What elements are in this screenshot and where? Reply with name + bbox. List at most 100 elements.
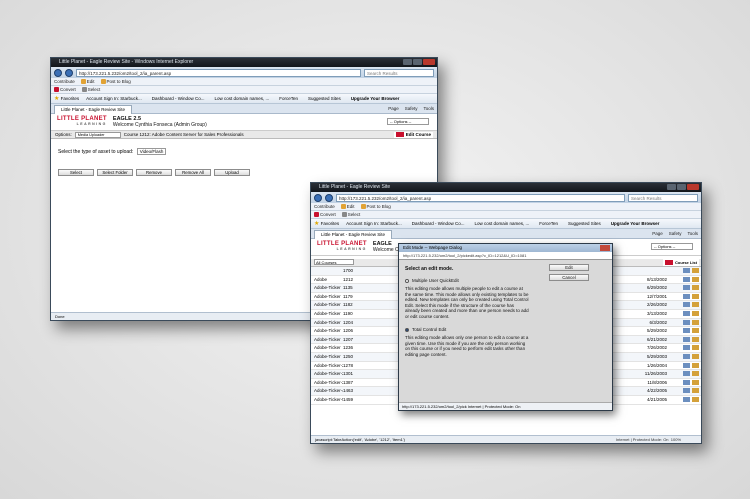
safety-menu[interactable]: Safety [405, 106, 418, 111]
page-menu[interactable]: Page [652, 231, 663, 236]
convert-button[interactable]: Convert [54, 87, 76, 93]
view-icon[interactable] [683, 379, 690, 385]
select-file-button[interactable]: Select [58, 169, 94, 176]
course-date: 2/26/2002 [646, 302, 667, 308]
edit-pencil-icon[interactable] [692, 268, 699, 273]
favorite-item[interactable]: ForceTen [536, 219, 561, 228]
tools-menu[interactable]: Tools [687, 231, 698, 236]
upload-button[interactable]: Upload [214, 169, 250, 176]
edit-pencil-icon[interactable] [692, 328, 699, 334]
back-icon[interactable] [54, 68, 62, 77]
maximize-button[interactable] [413, 59, 422, 65]
favorite-item[interactable]: Low cost domain names, ... [471, 219, 532, 228]
forward-icon[interactable] [325, 193, 333, 202]
view-icon[interactable] [683, 285, 690, 291]
edit-mode-edit-button[interactable]: Edit [549, 264, 589, 271]
course-id: 1212 [343, 276, 354, 282]
edit-button[interactable]: Edit [80, 79, 95, 85]
view-icon[interactable] [683, 328, 690, 334]
select-folder-button[interactable]: Select Folder [97, 169, 133, 176]
edit-pencil-icon[interactable] [692, 353, 699, 359]
edit-course-button[interactable]: Edit Course [393, 132, 433, 138]
search-input[interactable]: Search Results [628, 193, 698, 202]
option-total-control[interactable]: Total Control Edit [405, 327, 612, 332]
close-button[interactable] [687, 184, 699, 190]
safety-menu[interactable]: Safety [669, 231, 682, 236]
convert-button[interactable]: Convert [314, 212, 336, 218]
favorite-item[interactable]: ForceTen [276, 94, 301, 103]
edit-pencil-icon[interactable] [692, 396, 699, 402]
url-input[interactable]: http://173.221.5.232/om2/tool_2/ia_paren… [76, 68, 361, 77]
select-button[interactable]: Select [81, 87, 100, 93]
options-dropdown[interactable]: -- Options -- [651, 243, 693, 250]
edit-pencil-icon[interactable] [692, 293, 699, 299]
favorite-item[interactable]: Account Sign In: Starbuck... [83, 94, 145, 103]
view-icon[interactable] [683, 353, 690, 359]
view-icon[interactable] [683, 345, 690, 351]
view-icon[interactable] [683, 302, 690, 308]
favorite-item[interactable]: Account Sign In: Starbuck... [343, 219, 405, 228]
contribute-button[interactable]: Contribute [54, 79, 75, 84]
options-dropdown[interactable]: -- Options -- [387, 118, 429, 125]
post-to-blog-button[interactable]: Post to Blog [100, 79, 131, 85]
maximize-button[interactable] [677, 184, 686, 190]
view-icon[interactable] [683, 336, 690, 342]
course-filter-select[interactable]: All Courses [314, 259, 354, 265]
edit-pencil-icon[interactable] [692, 379, 699, 385]
view-icon[interactable] [683, 293, 690, 299]
view-icon[interactable] [683, 371, 690, 377]
edit-pencil-icon[interactable] [692, 345, 699, 351]
view-icon[interactable] [683, 310, 690, 316]
favorite-item[interactable]: Suggested Sites [565, 219, 604, 228]
remove-all-button[interactable]: Remove All [175, 169, 211, 176]
edit-pencil-icon[interactable] [692, 285, 699, 291]
edit-button[interactable]: Edit [340, 204, 355, 210]
minimize-button[interactable] [667, 184, 676, 190]
favorite-item[interactable]: Upgrade Your Browser [608, 219, 663, 228]
favorites-button[interactable]: ★ Favorites [54, 95, 79, 102]
view-icon[interactable] [683, 396, 690, 402]
search-input[interactable]: Search Results [364, 68, 434, 77]
edit-pencil-icon[interactable] [692, 310, 699, 316]
remove-button[interactable]: Remove [136, 169, 172, 176]
tab-little-planet[interactable]: Little Planet - Eagle Review Site [54, 104, 133, 114]
quickedit-radio[interactable] [405, 278, 409, 283]
select-button[interactable]: Select [341, 212, 360, 218]
tab-little-planet[interactable]: Little Planet - Eagle Review Site [314, 229, 393, 239]
view-icon[interactable] [683, 268, 690, 273]
url-input[interactable]: http://173.221.5.232/om2/tool_2/ia_paren… [336, 193, 625, 202]
view-icon[interactable] [683, 319, 690, 325]
close-button[interactable] [423, 59, 435, 65]
edit-mode-cancel-button[interactable]: Cancel [549, 274, 589, 281]
view-icon[interactable] [683, 388, 690, 394]
total-control-radio[interactable] [405, 327, 409, 332]
edit-pencil-icon[interactable] [692, 371, 699, 377]
edit-pencil-icon[interactable] [692, 302, 699, 308]
edit-pencil-icon[interactable] [692, 276, 699, 282]
page-menu[interactable]: Page [388, 106, 399, 111]
view-icon[interactable] [683, 276, 690, 282]
upload-type-select[interactable]: Video/Flash [136, 148, 167, 155]
course-date: 6/29/2002 [646, 285, 667, 291]
back-icon[interactable] [314, 193, 322, 202]
tools-menu[interactable]: Tools [423, 106, 434, 111]
forward-icon[interactable] [65, 68, 73, 77]
minimize-button[interactable] [403, 59, 412, 65]
contribute-button[interactable]: Contribute [314, 204, 335, 209]
favorite-item[interactable]: Low cost domain names, ... [211, 94, 272, 103]
edit-pencil-icon[interactable] [692, 319, 699, 325]
favorite-item[interactable]: Upgrade Your Browser [348, 94, 403, 103]
options-select[interactable]: Media Uploader [74, 131, 121, 138]
favorites-button[interactable]: ★ Favorites [314, 220, 339, 227]
favorite-item[interactable]: Dashboard - Window Co... [149, 94, 208, 103]
zoom-level[interactable]: 100% [671, 437, 681, 442]
post-to-blog-button[interactable]: Post to Blog [360, 204, 391, 210]
dialog-close-button[interactable] [600, 245, 610, 251]
edit-pencil-icon[interactable] [692, 336, 699, 342]
favorite-item[interactable]: Dashboard - Window Co... [409, 219, 468, 228]
edit-pencil-icon[interactable] [692, 388, 699, 394]
course-date: 5/29/2002 [646, 328, 667, 334]
view-icon[interactable] [683, 362, 690, 368]
favorite-item[interactable]: Suggested Sites [305, 94, 344, 103]
edit-pencil-icon[interactable] [692, 362, 699, 368]
